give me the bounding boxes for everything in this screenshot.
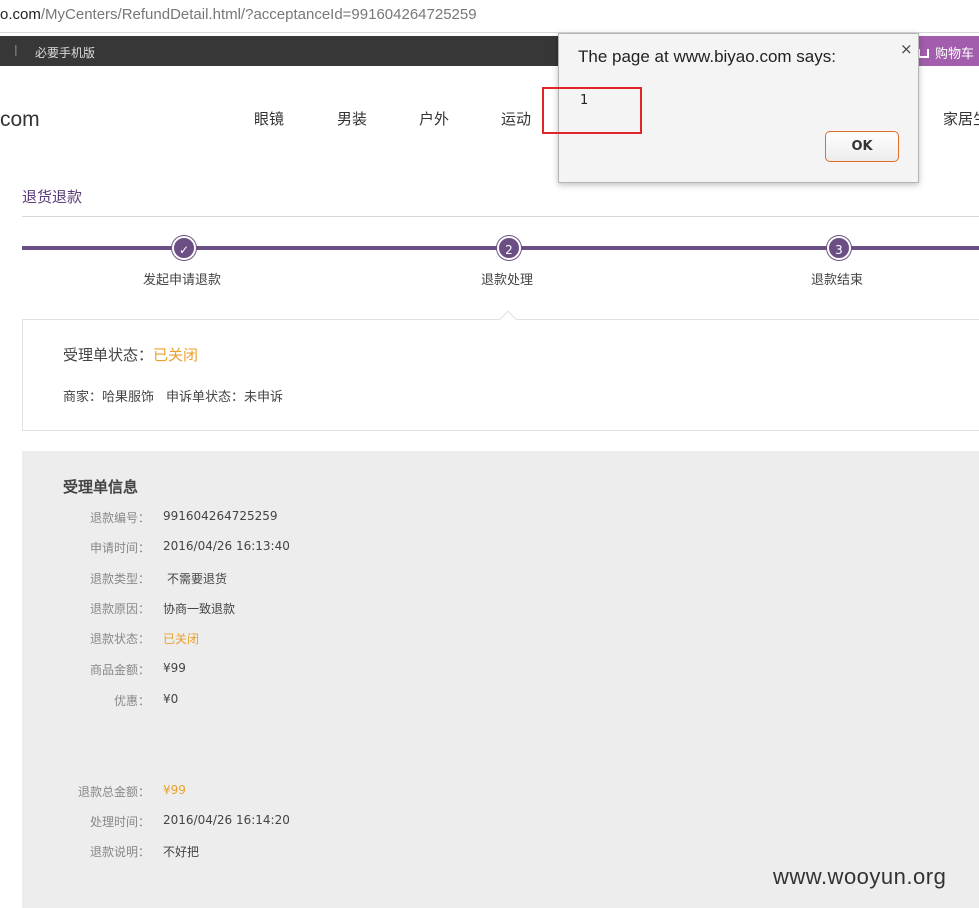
info-row-item-amount: 商品金额： ¥99 [0, 661, 400, 679]
info-row-refund-total: 退款总金额： ¥99 [0, 783, 400, 801]
step-3-marker: 3 [827, 236, 851, 260]
info-key: 退款说明： [89, 845, 150, 859]
info-key: 退款状态： [89, 632, 150, 646]
nav-item-home[interactable]: 家居生 [943, 108, 979, 129]
url-text[interactable]: o.com/MyCenters/RefundDetail.html/?accep… [0, 6, 477, 23]
info-value: 协商一致退款 [163, 602, 236, 616]
alert-title: The page at www.biyao.com says: [578, 47, 836, 66]
merchant-info: 商家：哈果服饰 申诉单状态：未申诉 [63, 386, 283, 405]
cart-button[interactable]: 购物车 [912, 36, 979, 66]
step-1-label: 发起申请退款 [143, 273, 222, 288]
info-row-process-time: 处理时间： 2016/04/26 16:14:20 [0, 813, 400, 831]
mobile-version-link[interactable]: 必要手机版 [35, 44, 95, 61]
acceptance-status-label: 受理单状态： [63, 346, 154, 364]
nav-item-menswear[interactable]: 男装 [337, 108, 367, 129]
info-value: ¥0 [163, 692, 179, 706]
url-host: o.com [0, 6, 41, 23]
info-key: 退款总金额： [77, 785, 150, 799]
acceptance-status-value: 已关闭 [153, 346, 199, 364]
info-key: 退款类型： [89, 572, 150, 586]
nav-item-glasses[interactable]: 眼镜 [254, 108, 284, 129]
section-divider [22, 216, 979, 217]
topbar-separator: | [14, 43, 18, 56]
status-box [22, 319, 979, 431]
address-bar[interactable]: o.com/MyCenters/RefundDetail.html/?accep… [0, 0, 979, 33]
info-key: 处理时间： [89, 815, 150, 829]
section-title: 退货退款 [22, 188, 83, 206]
info-key: 商品金额： [89, 663, 150, 677]
step-1-check-icon: ✓ [172, 236, 196, 260]
info-row-refund-reason: 退款原因： 协商一致退款 [0, 600, 400, 618]
nav-item-outdoor[interactable]: 户外 [419, 108, 449, 129]
info-key: 优惠： [113, 694, 150, 708]
info-value: 不需要退货 [167, 572, 228, 586]
info-row-apply-time: 申请时间： 2016/04/26 16:13:40 [0, 539, 400, 557]
info-value: ¥99 [163, 661, 186, 675]
info-value: 2016/04/26 16:13:40 [163, 539, 290, 553]
info-row-refund-note: 退款说明： 不好把 [0, 843, 400, 861]
info-value: 991604264725259 [163, 509, 278, 523]
info-value: 2016/04/26 16:14:20 [163, 813, 290, 827]
info-key: 退款原因： [89, 602, 150, 616]
step-2-marker: 2 [497, 236, 521, 260]
info-row-discount: 优惠： ¥0 [0, 692, 400, 710]
info-key: 退款编号： [89, 511, 150, 525]
info-value: ¥99 [163, 783, 186, 797]
acceptance-status: 受理单状态：已关闭 [63, 344, 198, 365]
info-row-refund-status: 退款状态： 已关闭 [0, 630, 400, 648]
step-3-label: 退款结束 [811, 273, 864, 288]
info-key: 申请时间： [89, 541, 150, 555]
close-icon[interactable]: × [900, 40, 913, 58]
info-value: 不好把 [163, 845, 200, 859]
step-2-label: 退款处理 [481, 273, 534, 288]
appeal-status: 申诉单状态：未申诉 [166, 390, 284, 405]
site-logo[interactable]: com [0, 108, 40, 132]
info-row-refund-type: 退款类型： 不需要退货 [0, 570, 400, 588]
watermark: www.wooyun.org [773, 864, 947, 889]
info-value: 已关闭 [163, 632, 200, 646]
nav-item-sports[interactable]: 运动 [501, 108, 531, 129]
cart-icon [918, 49, 929, 58]
ok-button[interactable]: OK [825, 131, 899, 162]
cart-label: 购物车 [935, 47, 975, 62]
highlight-box [542, 87, 642, 134]
info-title: 受理单信息 [63, 478, 139, 496]
merchant-name: 商家：哈果服饰 [63, 390, 155, 405]
url-path: /MyCenters/RefundDetail.html/?acceptance… [40, 6, 477, 23]
info-row-refund-id: 退款编号： 991604264725259 [0, 509, 400, 527]
